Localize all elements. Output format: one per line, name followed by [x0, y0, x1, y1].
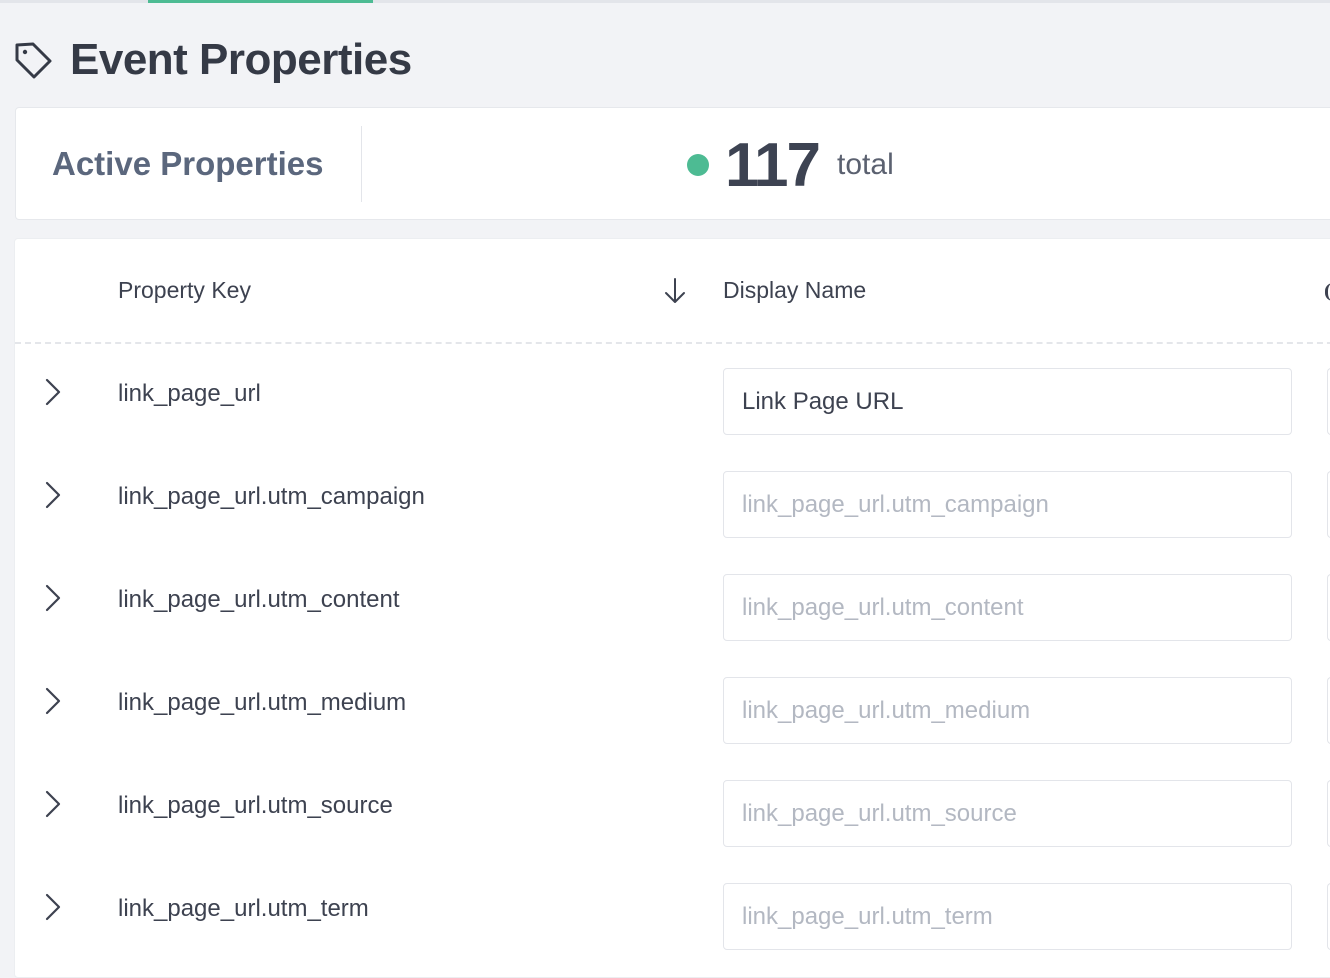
chevron-right-icon[interactable]	[41, 479, 65, 511]
tag-icon	[12, 39, 54, 81]
arrow-down-icon[interactable]	[662, 276, 688, 306]
column-header-property-key[interactable]: Property Key	[118, 277, 251, 304]
stats-count-group: 117 total	[687, 130, 894, 200]
active-tab-indicator	[148, 0, 373, 3]
chevron-right-icon[interactable]	[41, 891, 65, 923]
property-key: link_page_url.utm_term	[118, 895, 369, 922]
chevron-right-icon[interactable]	[41, 582, 65, 614]
status-dot	[687, 154, 709, 176]
stats-divider	[361, 126, 362, 202]
stats-card: Active Properties 117 total	[15, 107, 1330, 220]
property-key: link_page_url.utm_source	[118, 792, 393, 819]
page-header: Event Properties	[12, 30, 412, 90]
display-name-input[interactable]	[723, 471, 1292, 538]
display-name-input[interactable]	[723, 677, 1292, 744]
table-row: link_page_url.utm_medium	[15, 653, 1330, 756]
table-row: link_page_url.utm_content	[15, 550, 1330, 653]
column-header-next	[1325, 283, 1330, 301]
table-row: link_page_url	[15, 344, 1330, 447]
property-key: link_page_url	[118, 380, 261, 407]
display-name-input[interactable]	[723, 780, 1292, 847]
property-key: link_page_url.utm_campaign	[118, 483, 425, 510]
properties-table: Property Key Display Name link_page_urll…	[14, 238, 1330, 978]
page-title: Event Properties	[70, 35, 412, 84]
stats-count: 117	[725, 130, 821, 200]
chevron-right-icon[interactable]	[41, 685, 65, 717]
table-row: link_page_url.utm_term	[15, 859, 1330, 962]
chevron-right-icon[interactable]	[41, 376, 65, 408]
property-key: link_page_url.utm_medium	[118, 689, 407, 716]
property-key: link_page_url.utm_content	[118, 586, 400, 613]
chevron-right-icon[interactable]	[41, 788, 65, 820]
stats-suffix: total	[837, 148, 894, 181]
display-name-input[interactable]	[723, 883, 1292, 950]
table-header: Property Key Display Name	[15, 239, 1330, 344]
column-header-display-name[interactable]: Display Name	[723, 277, 866, 304]
table-row: link_page_url.utm_campaign	[15, 447, 1330, 550]
display-name-input[interactable]	[723, 574, 1292, 641]
table-row: link_page_url.utm_source	[15, 756, 1330, 859]
display-name-input[interactable]	[723, 368, 1292, 435]
stats-label: Active Properties	[52, 145, 324, 182]
